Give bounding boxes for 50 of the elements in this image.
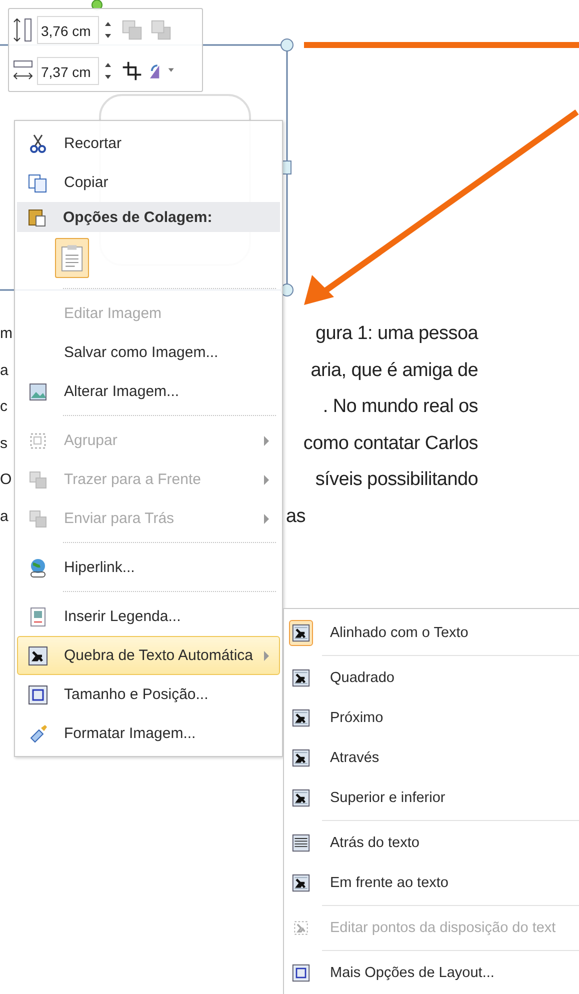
text-fragment: s [0, 434, 8, 454]
menu-item[interactable]: Mais Opções de Layout... [286, 953, 579, 993]
clipboard-icon [61, 244, 83, 272]
height-field[interactable]: 3,76 cm [37, 16, 99, 44]
menu-item[interactable]: Recortar [17, 124, 280, 163]
menu-item[interactable]: Superior e inferior [286, 778, 579, 818]
resize-handle[interactable] [282, 160, 292, 174]
document-text-line: como contatar Carlos [302, 432, 478, 456]
width-field[interactable]: 7,37 cm [37, 56, 99, 84]
menu-item[interactable]: Quebra de Texto Automática [17, 636, 280, 675]
menu-item[interactable]: Atrás do texto [286, 823, 579, 863]
document-text-line: gura 1: uma pessoa [314, 322, 478, 346]
menu-item[interactable]: Alterar Imagem... [17, 372, 280, 411]
text-fragment: c [0, 397, 8, 417]
text-fragment: O [0, 470, 12, 490]
globe-link-icon [28, 558, 48, 578]
menu-item[interactable]: Formatar Imagem... [17, 714, 280, 753]
group-icon [28, 430, 48, 450]
menu-item[interactable]: Tamanho e Posição... [17, 675, 280, 714]
menu-item[interactable]: Hiperlink... [17, 548, 280, 587]
menu-item[interactable]: Salvar como Imagem... [17, 333, 280, 372]
menu-item[interactable]: Copiar [17, 163, 280, 202]
copy-icon [28, 172, 48, 192]
resize-handle[interactable] [280, 38, 294, 52]
text-wrap-icon [28, 646, 48, 666]
paste-option-button[interactable] [55, 238, 89, 278]
paint-brush-icon [28, 724, 48, 744]
document-text-line: . No mundo real os [322, 395, 478, 419]
menu-item[interactable]: Próximo [286, 698, 579, 738]
caption-icon [28, 606, 48, 626]
picture-icon [28, 382, 48, 402]
document-text-line: as [286, 504, 306, 528]
clipboard-icon [27, 207, 47, 227]
menu-item[interactable]: Alinhado com o Texto [286, 613, 579, 653]
text-fragment: a [0, 360, 10, 380]
frame-icon [28, 684, 48, 704]
layers-icon [28, 508, 48, 528]
scissors-icon [28, 134, 48, 154]
layers-icon [28, 470, 48, 490]
menu-item[interactable]: Inserir Legenda... [17, 597, 280, 636]
document-text-line: aria, que é amiga de [310, 358, 478, 382]
height-icon [12, 16, 34, 42]
menu-item[interactable]: Quadrado [286, 658, 579, 698]
menu-item[interactable]: Através [286, 738, 579, 778]
text-fragment: a [0, 506, 10, 526]
menu-item[interactable]: Em frente ao texto [286, 863, 579, 903]
document-text-line: síveis possibilitando [314, 468, 478, 492]
crop-icon[interactable] [121, 60, 143, 82]
text-fragment: m [0, 324, 12, 344]
paste-options-header: Opções de Colagem: [17, 202, 280, 232]
